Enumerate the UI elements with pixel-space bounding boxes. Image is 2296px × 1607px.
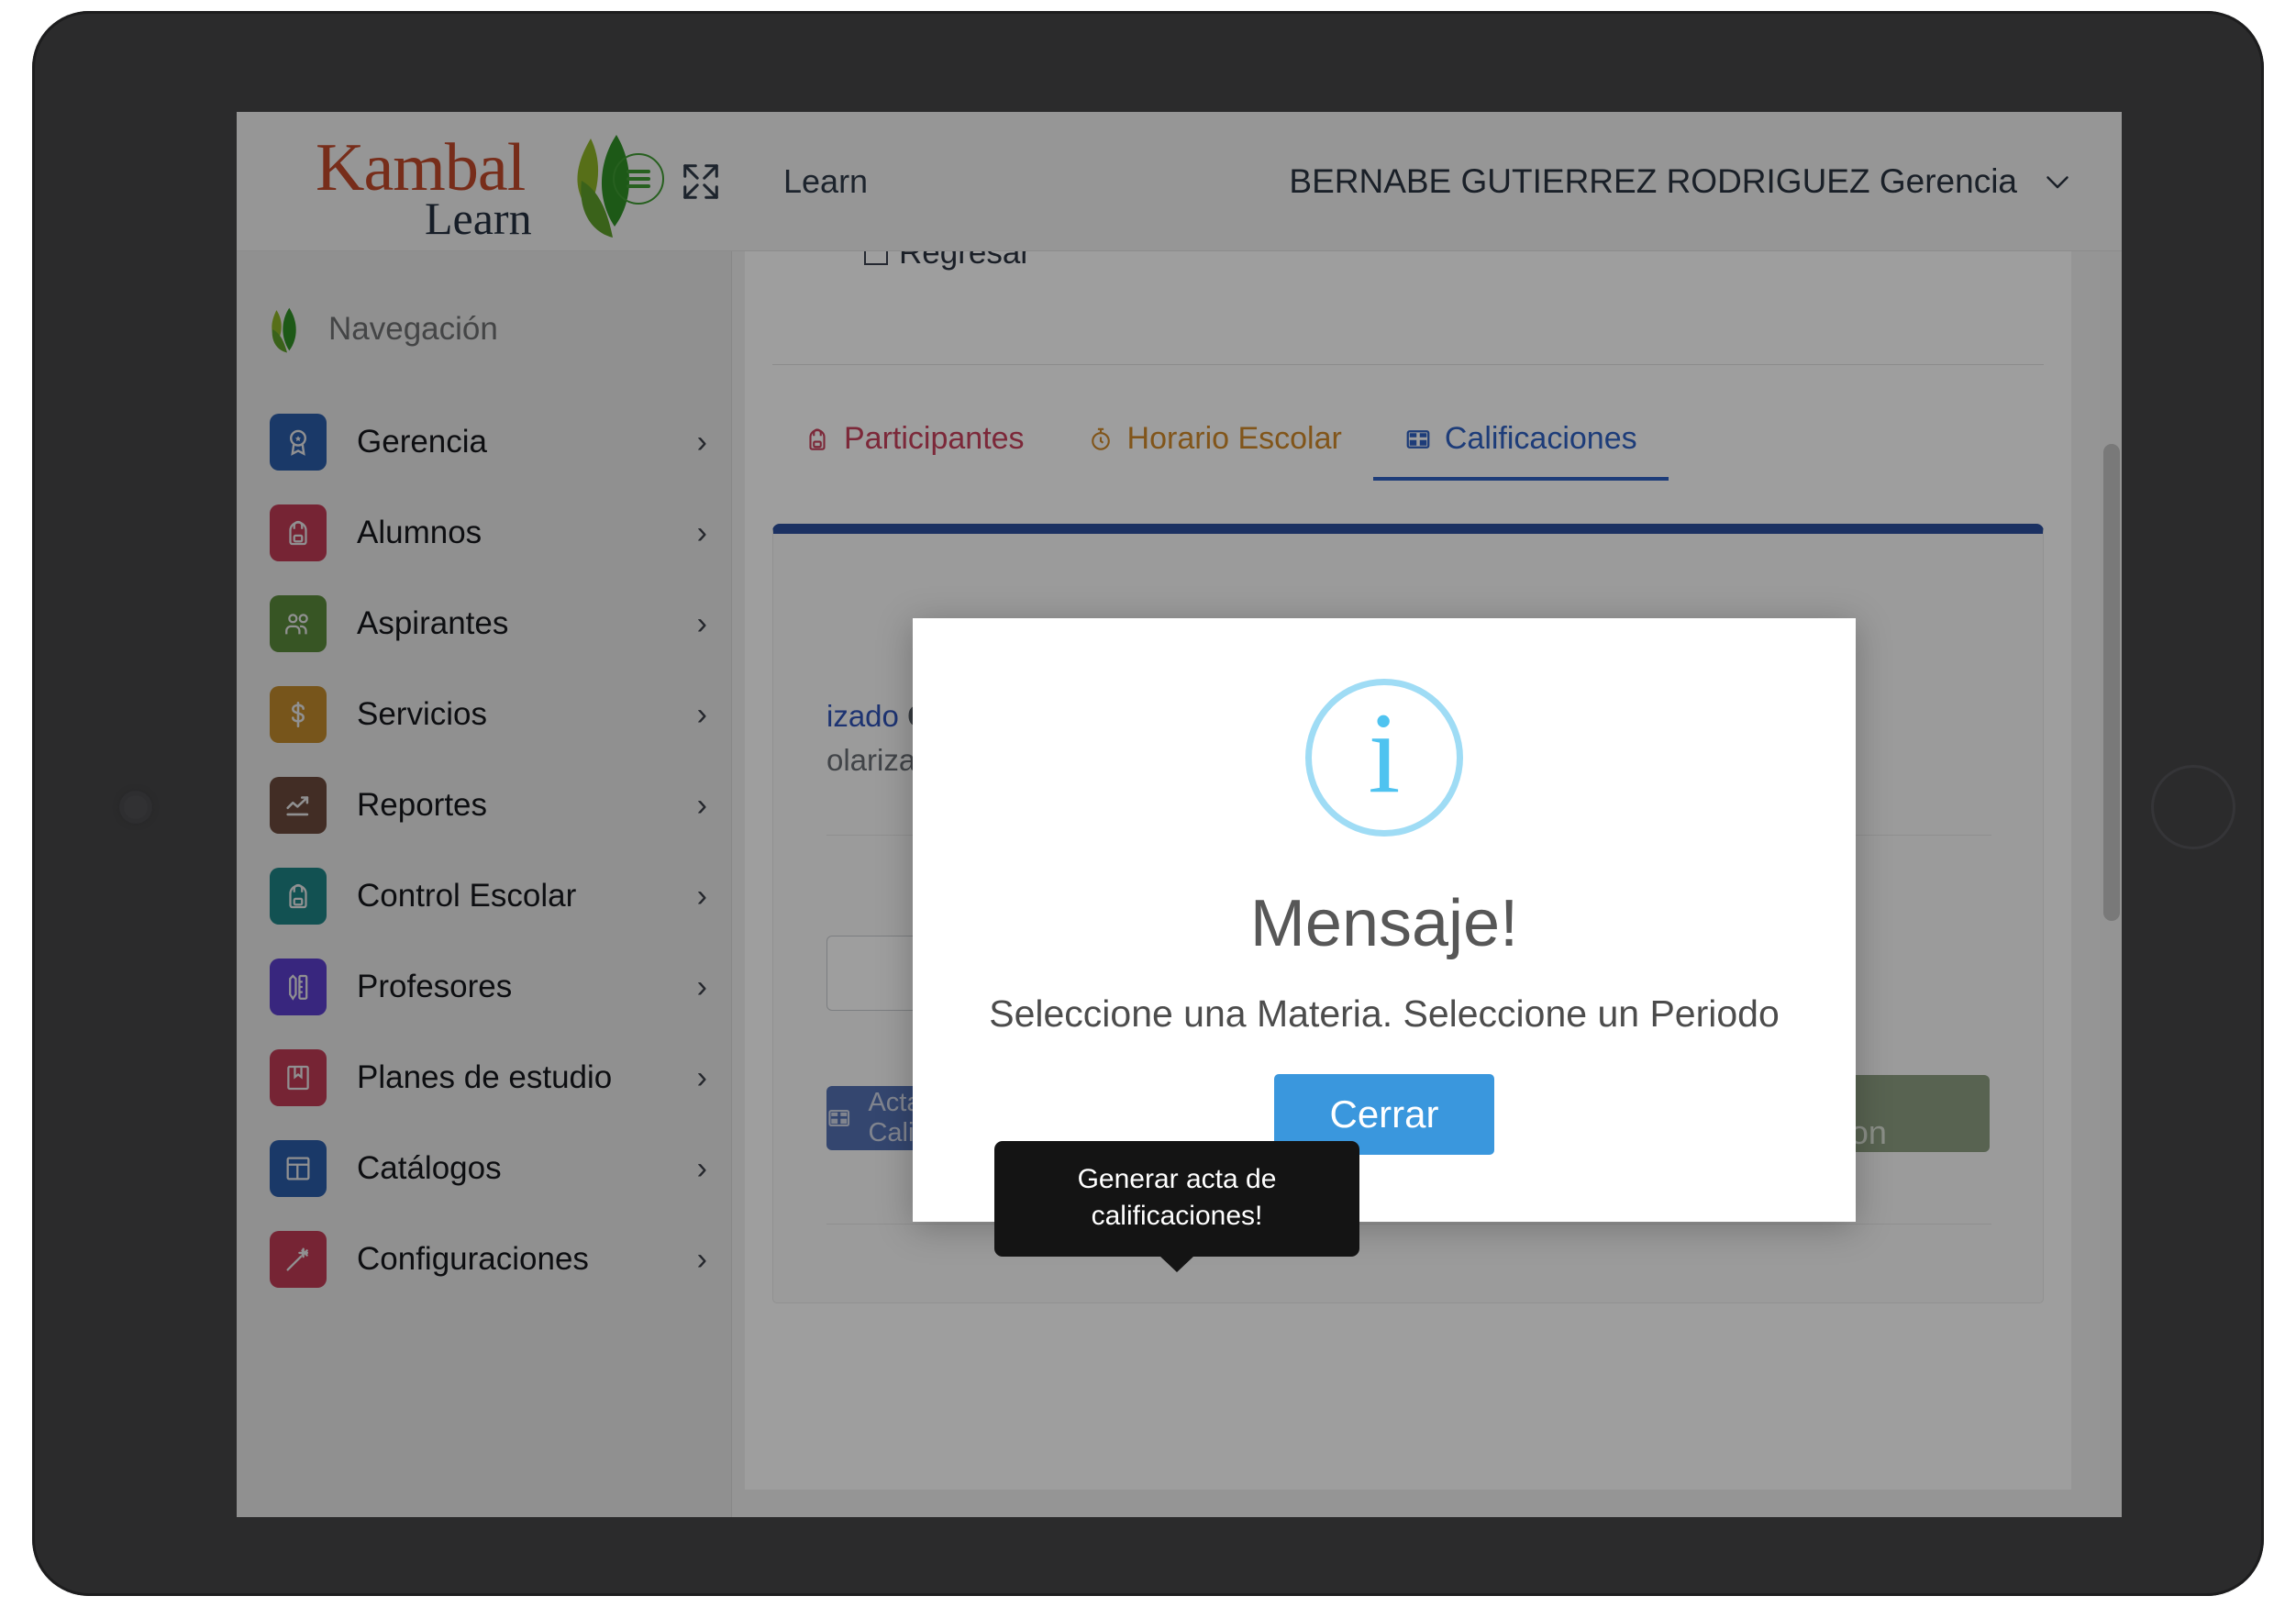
tab-label: Calificaciones (1444, 421, 1637, 456)
tab-label: Horario Escolar (1126, 421, 1342, 456)
checkbox-icon[interactable] (864, 251, 888, 265)
students-icon (270, 594, 327, 652)
sidebar-item-label: Control Escolar (357, 877, 577, 914)
layout-grid-icon (270, 1139, 327, 1197)
sidebar-item-label: Configuraciones (357, 1240, 589, 1277)
tab-calificaciones[interactable]: Calificaciones (1372, 405, 1669, 481)
chevron-right-icon: › (696, 878, 707, 914)
award-badge-icon (270, 413, 327, 471)
sidebar-item-servicios[interactable]: Servicios › (237, 669, 731, 759)
brand-name-secondary: Learn (425, 192, 532, 244)
tablet-device-frame: Kambal Learn Learn BERNABE GUTIERREZ ROD… (32, 11, 2264, 1596)
sidebar-item-control-escolar[interactable]: Control Escolar › (237, 850, 731, 941)
sidebar-item-configuraciones[interactable]: Configuraciones › (237, 1214, 731, 1304)
chevron-right-icon: › (696, 1059, 707, 1095)
user-menu[interactable]: BERNABE GUTIERREZ RODRIGUEZ Gerencia (1289, 162, 2074, 201)
chevron-right-icon: › (696, 1241, 707, 1277)
tab-label: Participantes (844, 421, 1025, 456)
acta-button-tooltip: Generar acta de calificaciones! (994, 1141, 1359, 1273)
tab-horario-escolar[interactable]: Horario Escolar (1056, 405, 1373, 481)
tab-participantes[interactable]: Participantes (772, 405, 1056, 481)
sidebar-item-gerencia[interactable]: Gerencia › (237, 396, 731, 487)
sidebar-navigation: Navegación Gerencia › Alumnos › Aspirant… (237, 251, 732, 1517)
message-modal: i Mensaje! Seleccione una Materia. Selec… (913, 618, 1856, 1222)
sidebar-title: Navegación (328, 311, 498, 347)
sidebar-item-label: Catálogos (357, 1149, 502, 1186)
tooltip-arrow (1159, 1256, 1194, 1273)
sidebar-item-aspirantes[interactable]: Aspirantes › (237, 578, 731, 669)
chevron-right-icon: › (696, 787, 707, 823)
magic-wand-icon (270, 1230, 327, 1288)
dollar-sign-icon (270, 685, 327, 743)
chevron-right-icon: › (696, 605, 707, 641)
chevron-right-icon: › (696, 515, 707, 550)
sidebar-item-catalogos[interactable]: Catálogos › (237, 1123, 731, 1214)
divider (772, 364, 2044, 365)
chevron-right-icon: › (696, 424, 707, 460)
info-glyph: i (1368, 690, 1401, 817)
regresar-label: Regresar (899, 251, 1031, 271)
sidebar-item-label: Aspirantes (357, 604, 509, 641)
info-circle-icon: i (1305, 679, 1463, 837)
backpack-icon (270, 867, 327, 925)
scrollbar-thumb[interactable] (2103, 444, 2120, 921)
sidebar-item-label: Planes de estudio (357, 1058, 613, 1095)
sidebar-item-list: Gerencia › Alumnos › Aspirantes › Servic… (237, 396, 731, 1304)
app-header: Kambal Learn Learn BERNABE GUTIERREZ ROD… (237, 112, 2122, 251)
device-home-button[interactable] (2151, 765, 2235, 849)
bookmark-book-icon (270, 1048, 327, 1106)
sidebar-item-label: Gerencia (357, 423, 488, 460)
user-name-label: BERNABE GUTIERREZ RODRIGUEZ Gerencia (1289, 161, 2017, 200)
header-app-name: Learn (783, 161, 869, 200)
ruler-pencil-icon (270, 958, 327, 1015)
modal-title: Mensaje! (1249, 887, 1519, 960)
vertical-scrollbar[interactable] (2100, 251, 2122, 1517)
chevron-right-icon: › (696, 1150, 707, 1186)
sidebar-item-planes-de-estudio[interactable]: Planes de estudio › (237, 1032, 731, 1123)
sidebar-item-label: Profesores (357, 968, 513, 1004)
expand-arrows-icon (683, 163, 718, 199)
info-blue-fragment: izado (826, 699, 899, 733)
sidebar-item-profesores[interactable]: Profesores › (237, 941, 731, 1032)
modal-message: Seleccione una Materia. Seleccione un Pe… (989, 992, 1780, 1035)
backpack-icon (270, 504, 327, 561)
sidebar-item-alumnos[interactable]: Alumnos › (237, 487, 731, 578)
table-grid-icon (828, 1109, 850, 1127)
leaf-logo-icon (577, 134, 664, 238)
expand-fullscreen-button[interactable] (659, 161, 743, 203)
regresar-checkbox-row[interactable]: Regresar (864, 251, 1031, 272)
table-grid-icon (1406, 429, 1430, 449)
chevron-right-icon: › (696, 969, 707, 1004)
tooltip-text: Generar acta de calificaciones! (1077, 1164, 1277, 1232)
brand-logo[interactable]: Kambal Learn (237, 113, 664, 250)
sidebar-item-label: Servicios (357, 695, 487, 732)
sidebar-item-reportes[interactable]: Reportes › (237, 759, 731, 850)
device-camera (124, 795, 148, 819)
backpack-icon (809, 427, 826, 450)
chevron-right-icon: › (696, 696, 707, 732)
browser-viewport: Kambal Learn Learn BERNABE GUTIERREZ ROD… (237, 112, 2122, 1517)
leaf-logo-icon (272, 307, 296, 353)
sidebar-header: Navegación (237, 251, 731, 356)
chevron-down-icon (2046, 175, 2069, 188)
trend-up-icon (270, 776, 327, 834)
sidebar-item-label: Reportes (357, 786, 488, 823)
sidebar-item-label: Alumnos (357, 514, 482, 550)
tab-bar: Participantes Horario Escolar Calificaci… (772, 405, 1669, 481)
stopwatch-icon (1091, 427, 1110, 450)
